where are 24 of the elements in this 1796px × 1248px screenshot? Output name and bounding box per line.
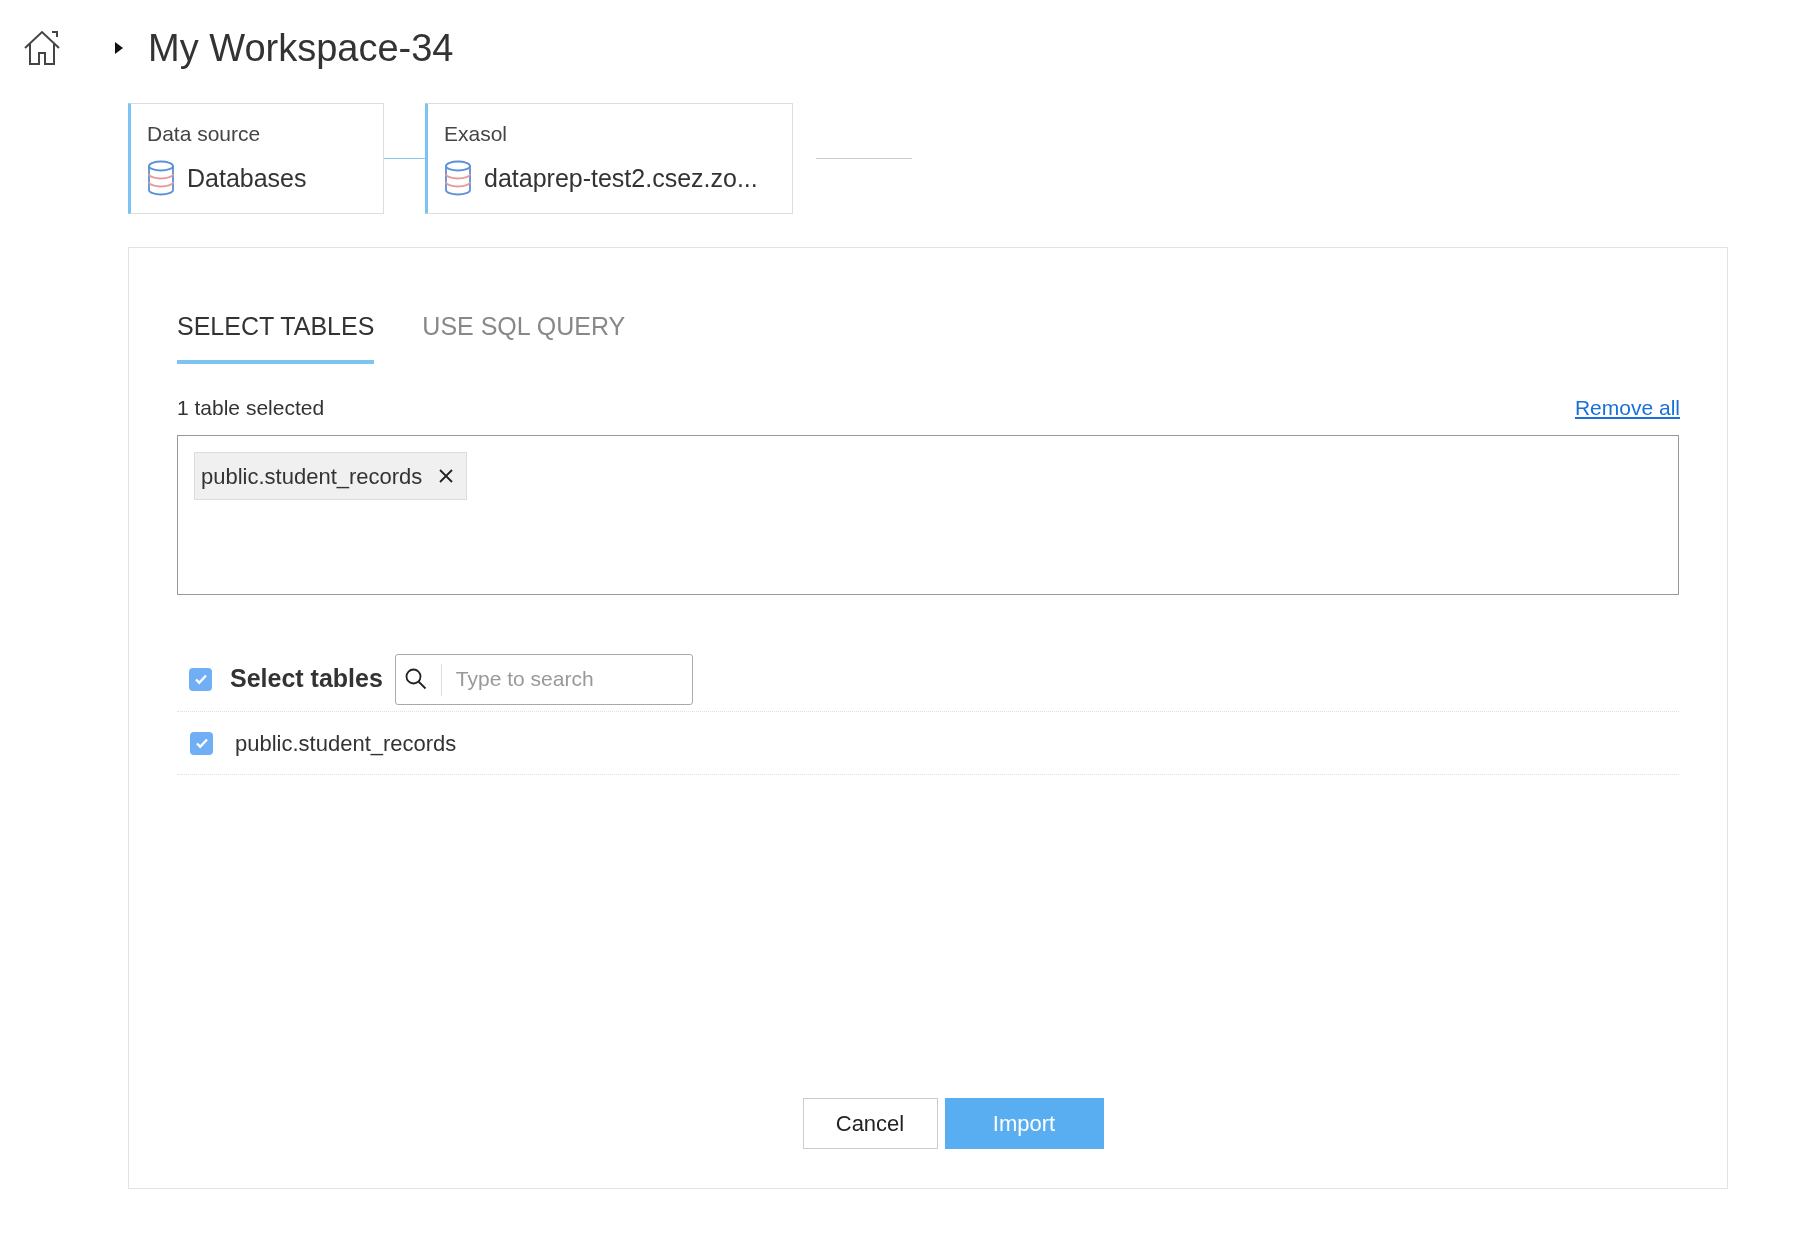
database-icon (444, 160, 472, 197)
close-icon[interactable] (438, 468, 455, 484)
search-field[interactable]: Type to search (394, 653, 693, 705)
caret-right-icon (114, 41, 124, 55)
chip-label: public.student_records (201, 462, 423, 491)
step-value: dataprep-test2.csez.zo... (484, 162, 758, 194)
database-icon (147, 160, 175, 197)
step-label: Data source (147, 121, 262, 147)
workspace-title: My Workspace-34 (148, 25, 454, 71)
table-checkbox[interactable] (190, 731, 213, 755)
tab[interactable]: SELECT TABLES (177, 308, 375, 364)
step-card[interactable]: Data source Databases (128, 103, 384, 214)
select-all-checkbox[interactable] (189, 667, 212, 691)
search-icon (403, 666, 428, 691)
step-label: Exasol (444, 121, 509, 147)
step-card[interactable]: Exasol dataprep-test2.csez.zo... (425, 103, 793, 214)
selection-summary: 1 table selected (177, 394, 325, 421)
home-icon[interactable] (22, 29, 62, 67)
table-name[interactable]: public.student_records (235, 726, 457, 760)
remove-all-link[interactable]: Remove all (1574, 391, 1680, 423)
step-value: Databases (187, 162, 307, 194)
tab[interactable]: USE SQL QUERY (422, 308, 626, 364)
cancel-button[interactable]: Cancel (802, 1098, 938, 1149)
select-tables-label: Select tables (230, 663, 383, 695)
